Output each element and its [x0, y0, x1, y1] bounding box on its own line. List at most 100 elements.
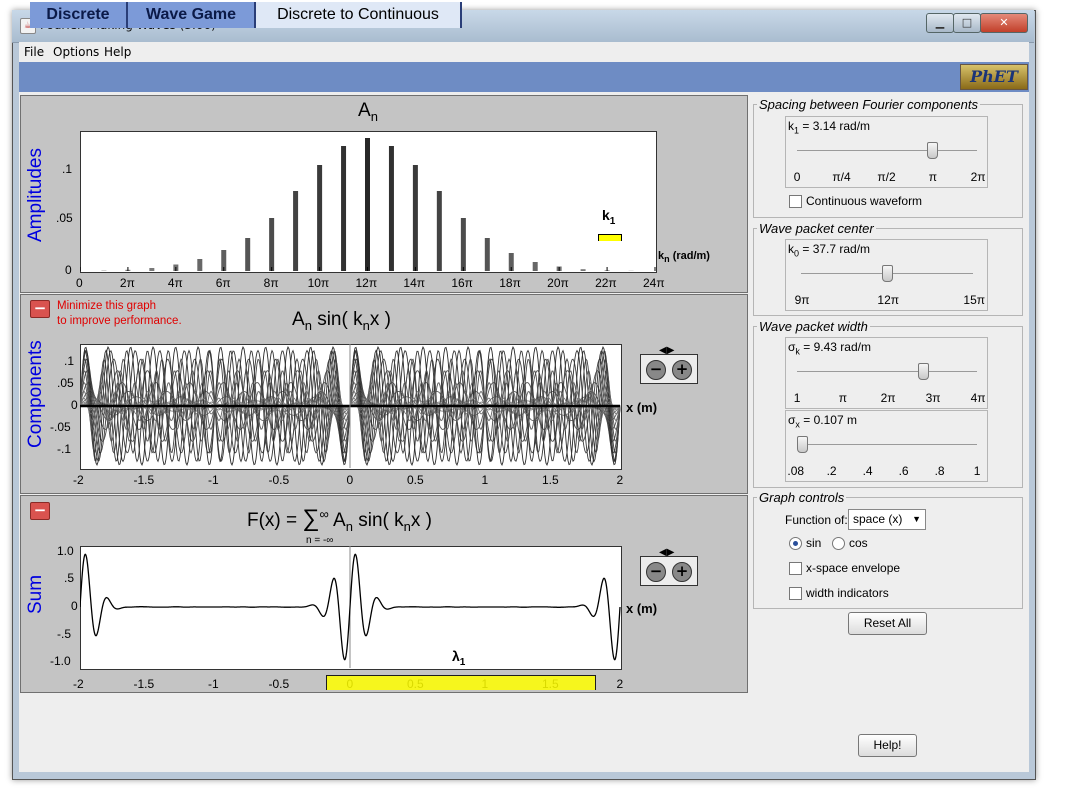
sum-ytick: .5: [64, 571, 75, 586]
width-indicators-checkbox[interactable]: [789, 587, 802, 600]
k0-value: k0 = 37.7 rad/m: [788, 242, 871, 259]
k1-slider-track[interactable]: [797, 150, 977, 151]
maximize-window-button[interactable]: □: [953, 13, 981, 33]
width-indicators-label: width indicators: [806, 586, 889, 600]
tab-discrete-to-continuous[interactable]: Discrete to Continuous: [256, 2, 462, 28]
cos-radio[interactable]: [832, 537, 845, 550]
k1-marker[interactable]: [598, 234, 622, 241]
components-title: An sin( knx ): [292, 309, 391, 333]
components-zoom-out-button[interactable]: −: [646, 360, 666, 380]
amplitudes-title: An: [358, 100, 378, 124]
comp-xtick: -0.5: [268, 473, 290, 487]
sigma-x-slider-track[interactable]: [797, 444, 977, 445]
help-button[interactable]: Help!: [858, 734, 917, 757]
minimize-window-button[interactable]: ▁: [926, 13, 954, 33]
components-y-label: Components: [25, 340, 46, 448]
minimize-components-button[interactable]: −: [30, 300, 50, 318]
amplitude-bar[interactable]: [460, 218, 466, 271]
components-zoom-control: ◀▶ − +: [640, 345, 698, 384]
amp-xtick: 16π: [451, 276, 473, 290]
comp-xtick: -2: [73, 473, 84, 487]
slider-tick: 2π: [970, 170, 986, 184]
slider-tick: 4π: [970, 391, 986, 405]
slider-tick: 2π: [880, 391, 896, 405]
menu-bar: File Options Help: [19, 42, 1029, 62]
comp-ytick: 0: [71, 398, 78, 412]
sigma-k-slider-track[interactable]: [797, 371, 977, 372]
sum-index-range: n = -∞: [306, 535, 334, 546]
function-of-select[interactable]: space (x) ▼: [848, 509, 926, 530]
comp-ytick: -.1: [57, 442, 72, 457]
amplitude-bar[interactable]: [532, 262, 538, 271]
k1-slider-thumb[interactable]: [927, 142, 938, 159]
close-window-button[interactable]: ✕: [980, 13, 1028, 33]
amplitude-bar[interactable]: [149, 268, 155, 271]
slider-tick: 1: [973, 464, 981, 478]
amplitude-bar[interactable]: [269, 218, 275, 271]
amp-xtick: 10π: [307, 276, 330, 290]
comp-ytick: .05: [57, 375, 74, 390]
amplitude-bar[interactable]: [365, 138, 370, 271]
comp-xtick: 1: [481, 473, 489, 487]
menu-file[interactable]: File: [24, 45, 44, 59]
amp-xtick: 14π: [403, 276, 426, 290]
slider-tick: .2: [826, 464, 837, 478]
k0-slider-thumb[interactable]: [882, 265, 893, 282]
sum-formula: F(x) = ∑∞ An sin( knx ): [247, 505, 432, 534]
slider-tick: 3π: [925, 391, 941, 405]
sum-x-unit: x (m): [626, 601, 658, 616]
sin-label: sin: [806, 536, 822, 550]
zoom-arrows-icon: ◀▶: [659, 345, 675, 356]
amplitude-bar[interactable]: [245, 238, 251, 271]
amplitude-bar[interactable]: [341, 146, 347, 271]
continuous-waveform-checkbox[interactable]: [789, 195, 802, 208]
lambda-label: λ1: [452, 648, 466, 668]
x-space-envelope-checkbox[interactable]: [789, 562, 802, 575]
tab-discrete[interactable]: Discrete: [30, 2, 128, 28]
comp-xtick: 0: [346, 473, 354, 487]
amplitude-bar[interactable]: [484, 238, 490, 271]
reset-all-button[interactable]: Reset All: [848, 612, 927, 635]
zoom-arrows-icon: ◀▶: [659, 547, 675, 558]
comp-ytick: -.05: [50, 420, 71, 435]
slider-tick: .08: [787, 464, 805, 478]
menu-options[interactable]: Options: [53, 45, 99, 59]
comp-x-unit: x (m): [626, 400, 658, 415]
slider-tick: .4: [862, 464, 873, 478]
amp-ytick: .1: [62, 162, 73, 176]
amp-ytick: .05: [56, 211, 73, 225]
amplitude-bar[interactable]: [317, 165, 323, 271]
amplitude-bar[interactable]: [388, 146, 394, 271]
amp-xtick: 22π: [595, 276, 617, 290]
slider-tick: 0: [793, 170, 801, 184]
comp-xtick: -1.5: [133, 473, 155, 487]
amp-xtick: 20π: [547, 276, 569, 290]
sum-zoom-out-button[interactable]: −: [646, 562, 666, 582]
sum-zoom-control: ◀▶ − +: [640, 547, 698, 586]
slider-tick: .6: [898, 464, 909, 478]
menu-help[interactable]: Help: [104, 45, 131, 59]
sigma-x-slider-thumb[interactable]: [797, 436, 809, 453]
sum-xtick: -0.5: [268, 677, 290, 691]
amplitudes-bars: [80, 138, 656, 271]
components-zoom-in-button[interactable]: +: [672, 360, 692, 380]
amplitude-bar[interactable]: [412, 165, 418, 271]
amplitude-bar[interactable]: [436, 191, 442, 271]
slider-tick: 1: [793, 391, 801, 405]
chevron-down-icon: ▼: [912, 514, 921, 524]
amplitude-bar[interactable]: [293, 191, 299, 271]
sin-radio[interactable]: [789, 537, 802, 550]
graph-controls-title: Graph controls: [757, 490, 847, 505]
amplitude-bar[interactable]: [197, 259, 203, 271]
phet-logo[interactable]: PhET: [960, 64, 1028, 90]
sum-zoom-in-button[interactable]: +: [672, 562, 692, 582]
lambda-marker[interactable]: [326, 675, 596, 690]
minimize-sum-button[interactable]: −: [30, 502, 50, 520]
width-group-title: Wave packet width: [757, 319, 870, 334]
continuous-waveform-label: Continuous waveform: [806, 194, 923, 208]
amp-xtick: 8π: [263, 276, 279, 290]
sigma-k-slider-thumb[interactable]: [918, 363, 929, 380]
tab-wave-game[interactable]: Wave Game: [128, 2, 256, 28]
slider-tick: π: [928, 170, 938, 184]
amplitude-bar[interactable]: [580, 269, 586, 271]
